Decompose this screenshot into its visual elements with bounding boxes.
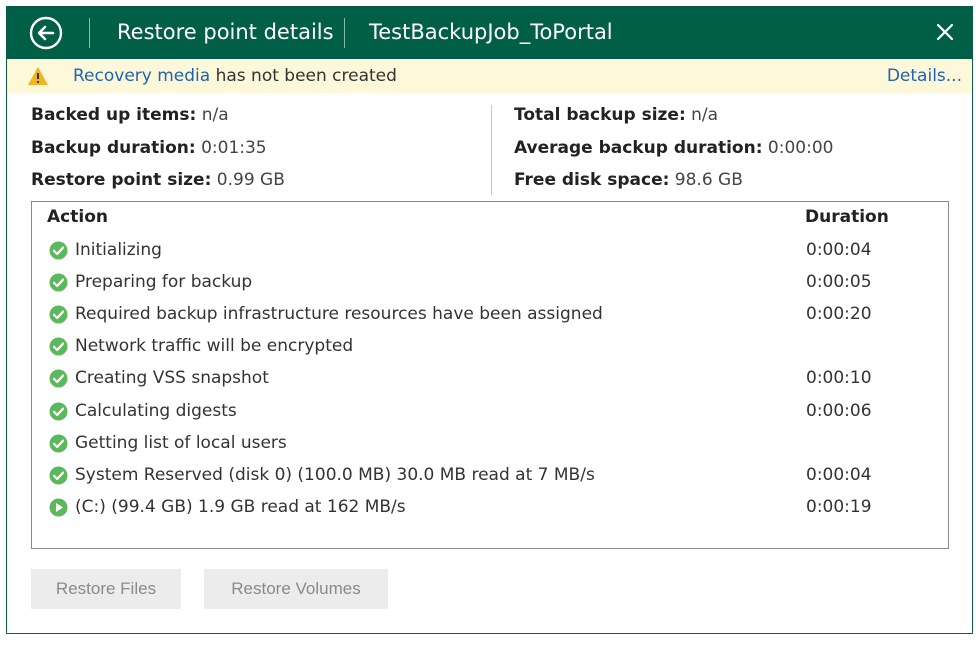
stats-divider xyxy=(491,105,492,195)
actions-table[interactable]: Action Duration Initializing 0:00:04 Prepa… xyxy=(31,201,949,549)
action-cell: Network traffic will be encrypted xyxy=(75,336,354,357)
backup-duration-stat: Backup duration: 0:01:35 xyxy=(31,138,267,158)
check-circle-icon xyxy=(49,369,68,388)
duration-cell: 0:00:20 xyxy=(806,304,872,325)
recovery-media-link[interactable]: Recovery media xyxy=(73,66,210,86)
check-circle-icon xyxy=(49,466,68,485)
duration-cell: 0:00:05 xyxy=(806,272,872,293)
stat-label: Free disk space: xyxy=(514,170,670,190)
title-separator xyxy=(89,18,90,48)
close-button[interactable] xyxy=(932,19,958,45)
stat-value: 0.99 GB xyxy=(216,170,285,190)
restore-point-details-dialog: Restore point details TestBackupJob_ToPo… xyxy=(6,6,973,634)
duration-cell: 0:00:19 xyxy=(806,496,872,517)
table-row[interactable]: Initializing 0:00:04 xyxy=(32,238,948,270)
table-row[interactable]: Calculating digests 0:00:06 xyxy=(32,399,948,431)
job-name: TestBackupJob_ToPortal xyxy=(369,20,613,44)
check-circle-icon xyxy=(49,402,68,420)
action-cell: Required backup infrastructure resources… xyxy=(75,304,603,325)
backup-stats: Backed up items: n/a Backup duration: 0:… xyxy=(31,103,948,199)
check-circle-icon xyxy=(49,305,68,324)
stat-value: 0:00:00 xyxy=(767,138,834,158)
check-circle-icon xyxy=(49,434,68,453)
title-separator xyxy=(344,18,345,48)
action-cell: System Reserved (disk 0) (100.0 MB) 30.0… xyxy=(75,464,595,485)
warning-message-text: has not been created xyxy=(210,66,397,86)
total-backup-size-stat: Total backup size: n/a xyxy=(514,105,718,125)
duration-cell: 0:00:04 xyxy=(806,464,872,485)
stat-label: Backed up items: xyxy=(31,105,197,125)
action-cell: (C:) (99.4 GB) 1.9 GB read at 162 MB/s xyxy=(75,496,406,517)
check-circle-icon xyxy=(49,337,68,356)
close-icon xyxy=(936,23,954,41)
free-disk-space-stat: Free disk space: 98.6 GB xyxy=(514,170,743,190)
back-button[interactable] xyxy=(29,16,63,50)
stat-label: Total backup size: xyxy=(514,105,686,125)
stat-label: Restore point size: xyxy=(31,170,212,190)
check-circle-icon xyxy=(49,241,68,260)
column-header-duration[interactable]: Duration xyxy=(805,207,889,227)
duration-cell: 0:00:06 xyxy=(806,400,872,421)
stat-value: 0:01:35 xyxy=(201,138,267,158)
stat-label: Backup duration: xyxy=(31,138,196,158)
title-bar: Restore point details TestBackupJob_ToPo… xyxy=(7,7,972,59)
stat-value: n/a xyxy=(691,105,719,125)
stat-value: n/a xyxy=(201,105,229,125)
table-row[interactable]: Preparing for backup 0:00:05 xyxy=(32,270,948,302)
play-status-icon xyxy=(49,498,68,517)
warning-bar: Recovery media has not been created Deta… xyxy=(7,59,972,93)
average-backup-duration-stat: Average backup duration: 0:00:00 xyxy=(514,138,833,158)
warning-icon xyxy=(28,67,48,85)
stat-label: Average backup duration: xyxy=(514,138,763,158)
action-cell: Getting list of local users xyxy=(75,432,287,453)
warning-message: Recovery media has not been created xyxy=(73,66,397,86)
duration-cell: 0:00:10 xyxy=(806,368,872,389)
action-cell: Calculating digests xyxy=(75,400,237,421)
table-row[interactable]: (C:) (99.4 GB) 1.9 GB read at 162 MB/s 0:… xyxy=(32,495,948,527)
action-cell: Creating VSS snapshot xyxy=(75,368,269,389)
duration-cell: 0:00:04 xyxy=(806,240,872,260)
table-row[interactable]: Getting list of local users xyxy=(32,431,948,463)
restore-point-size-stat: Restore point size: 0.99 GB xyxy=(31,170,285,190)
table-row[interactable]: Required backup infrastructure resources… xyxy=(32,302,948,334)
restore-files-button[interactable]: Restore Files xyxy=(31,569,181,609)
stat-value: 98.6 GB xyxy=(674,170,743,190)
table-row[interactable]: Creating VSS snapshot 0:00:10 xyxy=(32,366,948,398)
action-cell: Preparing for backup xyxy=(75,272,253,293)
backed-up-items-stat: Backed up items: n/a xyxy=(31,105,229,125)
restore-volumes-button[interactable]: Restore Volumes xyxy=(204,569,388,609)
back-arrow-icon xyxy=(29,16,63,50)
check-circle-icon xyxy=(49,273,68,292)
action-cell: Initializing xyxy=(75,240,162,260)
table-row[interactable]: Network traffic will be encrypted xyxy=(32,334,948,366)
column-header-action[interactable]: Action xyxy=(47,207,108,227)
details-link[interactable]: Details... xyxy=(887,66,962,86)
page-title: Restore point details xyxy=(117,20,334,44)
table-row[interactable]: System Reserved (disk 0) (100.0 MB) 30.0… xyxy=(32,463,948,495)
